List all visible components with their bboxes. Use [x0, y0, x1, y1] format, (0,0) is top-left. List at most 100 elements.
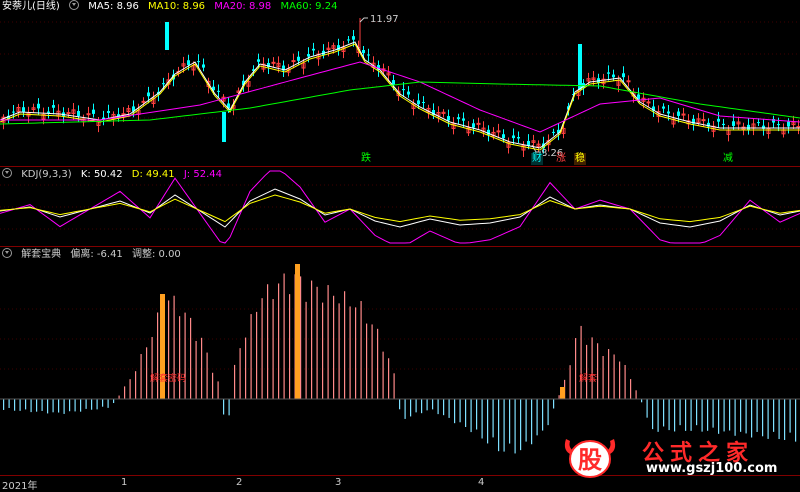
oscillator-bar: [520, 399, 522, 451]
candle-body: [717, 118, 720, 122]
oscillator-bar: [3, 399, 5, 410]
spike-candle: [165, 22, 169, 50]
x-label-month-2: 2: [236, 477, 243, 488]
oscillator-bar: [102, 399, 104, 407]
oscillator-bar: [751, 399, 753, 438]
oscillator-bar: [421, 399, 423, 414]
oscillator-bar: [8, 399, 10, 408]
oscillator-bar: [569, 365, 571, 399]
oscillator-bar: [278, 283, 280, 399]
oscillator-bar: [393, 373, 395, 399]
oscillator-bar: [151, 337, 153, 399]
candle-body: [147, 92, 150, 97]
candle-body: [66, 112, 71, 115]
oscillator-bar: [690, 399, 692, 431]
oscillator-bar: [124, 386, 126, 399]
oscillator-bar: [415, 399, 417, 413]
candle-body: [496, 130, 501, 133]
candle-body: [462, 118, 465, 121]
oscillator-bar: [652, 399, 654, 430]
oscillator-bar: [481, 399, 483, 439]
candle-body: [502, 134, 505, 139]
oscillator-bar: [734, 399, 736, 436]
candle-body: [392, 80, 395, 85]
candle-body: [402, 89, 405, 91]
oscillator-bar: [602, 356, 604, 399]
oscillator-bar: [118, 395, 120, 399]
candle-body: [667, 111, 670, 114]
bull-logo-icon: 股: [564, 439, 616, 478]
oscillator-bar: [608, 349, 610, 399]
candle-body: [52, 105, 55, 108]
oscillator-bar: [47, 399, 49, 414]
oscillator-bar: [509, 399, 511, 444]
signal-tag-zhang: 涨: [556, 153, 566, 164]
oscillator-bar: [113, 399, 115, 404]
oscillator-bar: [476, 399, 478, 430]
oscillator-bar: [58, 399, 60, 413]
oscillator-bar: [613, 354, 615, 399]
kdj-panel[interactable]: KDJ(9,3,3) K: 50.42 D: 49.41 J: 52.44: [0, 167, 800, 246]
candle-body: [141, 100, 146, 103]
kdj-d-line: [0, 194, 800, 223]
oscillator-bar: [245, 337, 247, 399]
oscillator-bar: [426, 399, 428, 411]
candle-body: [662, 106, 665, 109]
signal-tag-wen: 稳: [574, 153, 586, 165]
logo-url-text: www.gszj100.com: [646, 461, 778, 476]
oscillator-bar: [338, 303, 340, 399]
oscillator-bar: [19, 399, 21, 411]
candle-body: [457, 117, 460, 120]
candle-body: [257, 59, 260, 62]
site-logo: 股 公式之家 www.gszj100.com: [560, 433, 800, 479]
ma10-line: [0, 43, 800, 151]
oscillator-bar: [448, 399, 450, 418]
candlestick-chart[interactable]: [0, 0, 800, 167]
oscillator-bar: [69, 399, 71, 412]
oscillator-bar: [597, 343, 599, 399]
oscillator-bar: [272, 299, 274, 399]
oscillator-bar: [36, 399, 38, 412]
oscillator-bar: [410, 399, 412, 417]
candle-body: [722, 123, 725, 126]
oscillator-bar: [580, 325, 582, 399]
oscillator-bar: [311, 280, 313, 399]
oscillator-bar: [646, 399, 648, 418]
oscillator-bar: [399, 399, 401, 410]
oscillator-bar: [217, 381, 219, 399]
oscillator-bar: [487, 399, 489, 444]
candle-body: [107, 111, 110, 113]
oscillator-bar: [91, 399, 93, 410]
candle-body: [271, 61, 276, 64]
oscillator-bar: [619, 361, 621, 399]
oscillator-bar: [14, 399, 16, 411]
oscillator-bar: [679, 399, 681, 426]
candle-body: [291, 60, 296, 63]
signal-bar: [560, 387, 565, 399]
oscillator-bar: [465, 399, 467, 427]
oscillator-bar: [366, 323, 368, 399]
candle-body: [622, 73, 625, 78]
oscillator-bar: [762, 399, 764, 437]
x-label-month-3: 3: [335, 477, 342, 488]
main-chart-panel[interactable]: 安萘儿(日线) MA5: 8.96 MA10: 8.96 MA20: 8.98 …: [0, 0, 800, 167]
oscillator-bar: [437, 399, 439, 415]
candle-body: [347, 39, 350, 41]
candle-body: [417, 100, 420, 105]
oscillator-bar: [283, 273, 285, 399]
oscillator-bar: [624, 364, 626, 399]
spike-candle: [578, 44, 582, 90]
oscillator-bar: [586, 344, 588, 399]
oscillator-bar: [250, 314, 252, 399]
oscillator-bar: [256, 311, 258, 399]
x-label-month-1: 1: [121, 477, 128, 488]
candle-body: [787, 121, 790, 127]
candle-body: [37, 103, 40, 109]
oscillator-bar: [107, 399, 109, 408]
oscillator-bar: [349, 306, 351, 399]
kdj-chart[interactable]: [0, 167, 800, 246]
oscillator-bar: [525, 399, 527, 442]
oscillator-bar: [547, 399, 549, 426]
oscillator-bar: [503, 399, 505, 452]
oscillator-bar: [184, 312, 186, 399]
